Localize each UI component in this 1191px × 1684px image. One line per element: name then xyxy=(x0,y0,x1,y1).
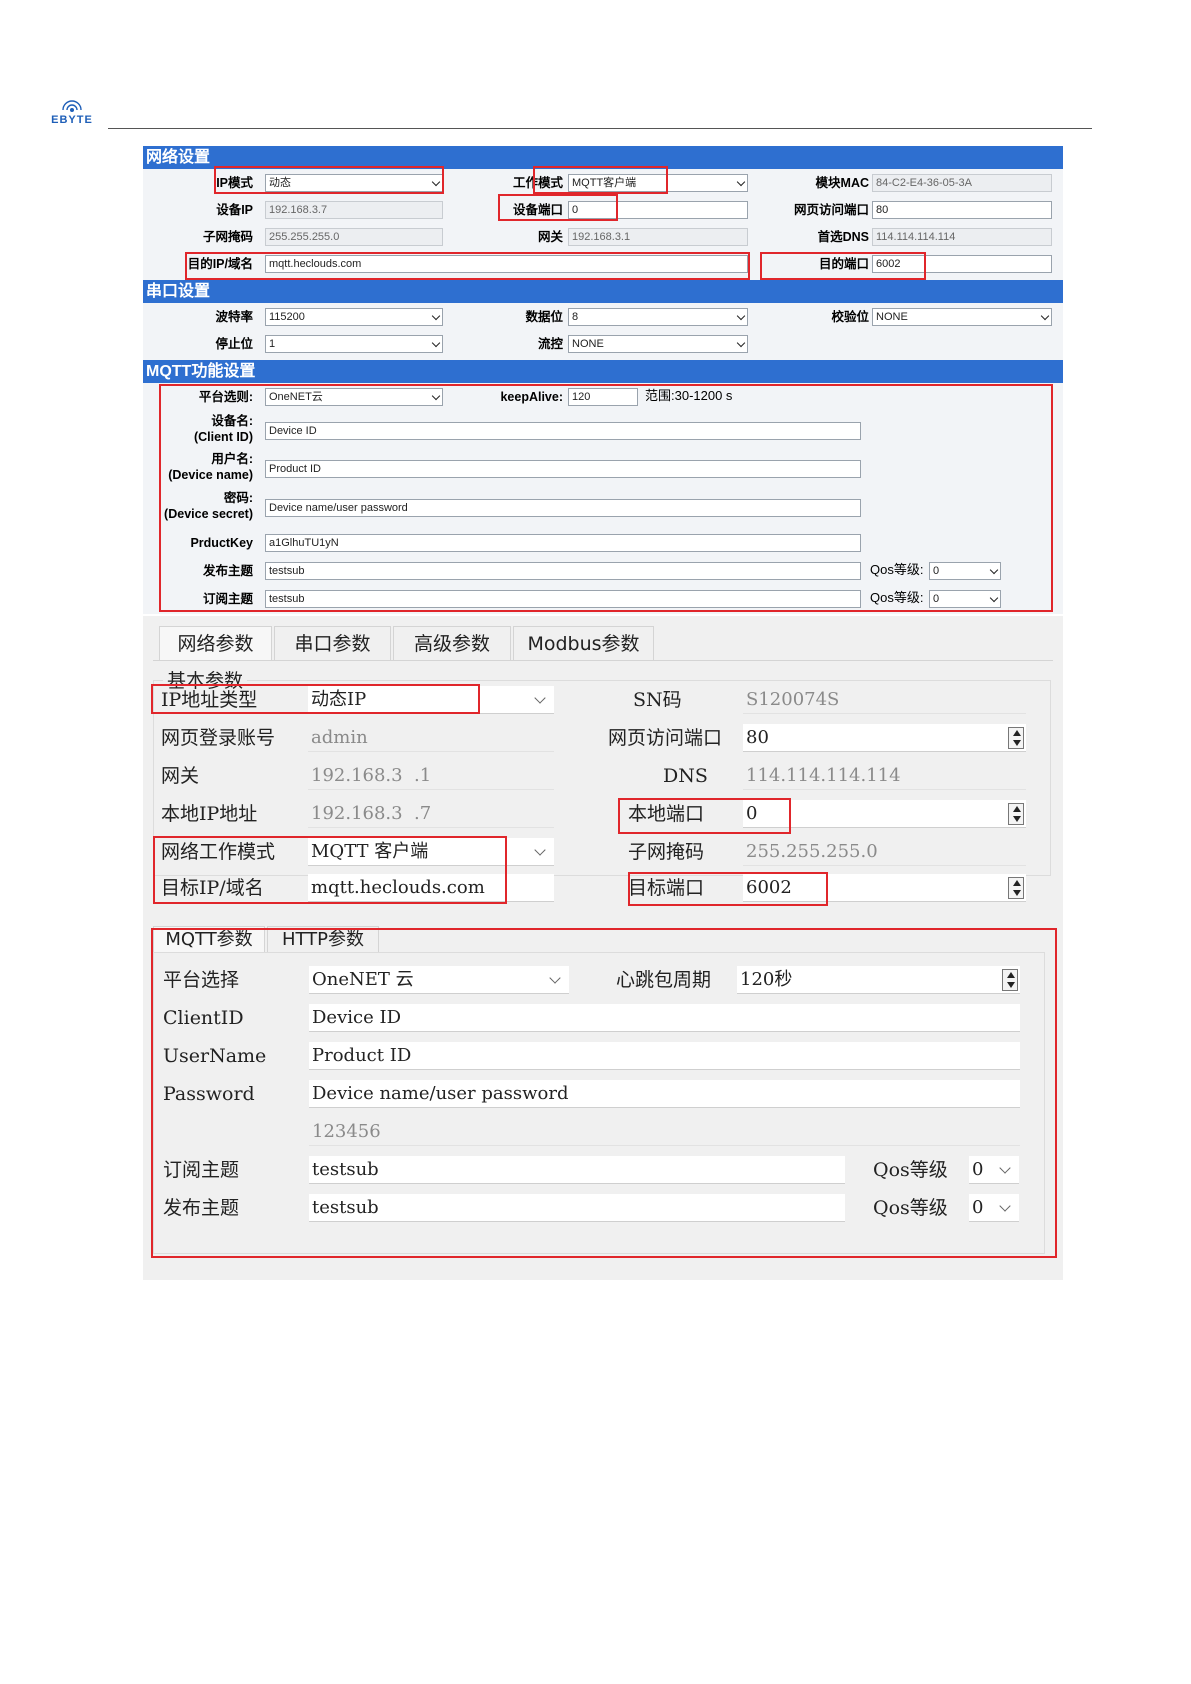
chevron-down-icon xyxy=(431,338,441,348)
local-ip-field: 192.168.3 .7 xyxy=(308,800,554,828)
chevron-down-icon xyxy=(1040,311,1050,321)
tab-divider xyxy=(153,660,1053,661)
highlight-target-port xyxy=(628,872,828,906)
web-port-spinbox[interactable]: 80 xyxy=(743,724,1026,752)
chevron-down-icon xyxy=(431,311,441,321)
spin-arrows-icon[interactable] xyxy=(1008,877,1024,899)
web-config-panel: 网络设置 IP模式 动态 工作模式 MQTT客户端 模块MAC 84-C2-E4… xyxy=(143,146,1063,614)
parity-select[interactable]: NONE xyxy=(872,308,1052,326)
spin-arrows-icon[interactable] xyxy=(1008,727,1024,749)
device-ip-label: 设备IP xyxy=(216,203,253,217)
ebyte-logo: EBYTE xyxy=(44,100,100,130)
databits-select[interactable]: 8 xyxy=(568,308,748,326)
highlight-ip-type xyxy=(151,684,480,714)
tab-network-params[interactable]: 网络参数 xyxy=(159,626,272,660)
highlight-ip-mode xyxy=(214,166,444,194)
serial-settings-header: 串口设置 xyxy=(143,280,1063,303)
flow-label: 流控 xyxy=(537,337,563,351)
sn-field: S120074S xyxy=(743,686,1026,714)
network-row-3: 子网掩码 255.255.255.0 网关 192.168.3.1 首选DNS … xyxy=(143,224,1063,250)
mqtt-settings-header: MQTT功能设置 xyxy=(143,360,1063,383)
mac-field: 84-C2-E4-36-05-3A xyxy=(872,174,1052,192)
stopbits-label: 停止位 xyxy=(215,337,253,351)
gateway-field: 192.168.3 .1 xyxy=(308,762,554,790)
serial-row-2: 停止位 1 流控 NONE xyxy=(143,331,1063,357)
logo-text: EBYTE xyxy=(51,114,93,126)
login-label: 网页登录账号 xyxy=(161,727,276,749)
spin-arrows-icon[interactable] xyxy=(1008,803,1024,825)
baud-select[interactable]: 115200 xyxy=(265,308,443,326)
subnet-field: 255.255.255.0 xyxy=(265,228,443,246)
web-port-input[interactable]: 80 xyxy=(872,201,1052,219)
device-ip-field: 192.168.3.7 xyxy=(265,201,443,219)
tab-advanced-params[interactable]: 高级参数 xyxy=(393,626,511,660)
serial-row-1: 波特率 115200 数据位 8 校验位 NONE xyxy=(143,304,1063,330)
subnet-field: 255.255.255.0 xyxy=(743,838,1026,866)
dns-field: 114.114.114.114 xyxy=(872,228,1052,246)
highlight-net-mode-target xyxy=(153,836,507,904)
highlight-target-port xyxy=(760,252,926,280)
stopbits-select[interactable]: 1 xyxy=(265,335,443,353)
tab-serial-params[interactable]: 串口参数 xyxy=(274,626,391,660)
chevron-down-icon xyxy=(736,338,746,348)
chevron-down-icon xyxy=(534,844,546,856)
gateway-label: 网关 xyxy=(537,230,563,244)
chevron-down-icon xyxy=(534,692,546,704)
dns-field: 114.114.114.114 xyxy=(743,762,1026,790)
databits-label: 数据位 xyxy=(525,310,563,324)
chevron-down-icon xyxy=(736,177,746,187)
subnet-label: 子网掩码 xyxy=(202,230,253,244)
chevron-down-icon xyxy=(736,311,746,321)
baud-label: 波特率 xyxy=(215,310,253,324)
highlight-target-host xyxy=(185,252,750,280)
gateway-label: 网关 xyxy=(161,765,200,787)
subnet-label: 子网掩码 xyxy=(628,841,705,863)
flow-select[interactable]: NONE xyxy=(568,335,748,353)
wireless-signal-icon xyxy=(62,100,82,112)
highlight-mqtt-params xyxy=(151,928,1057,1258)
highlight-device-port xyxy=(498,194,618,221)
login-field: admin xyxy=(308,724,554,752)
local-ip-label: 本地IP地址 xyxy=(161,803,258,825)
highlight-local-port xyxy=(618,798,791,834)
parity-label: 校验位 xyxy=(831,310,869,324)
mac-label: 模块MAC xyxy=(815,176,869,190)
dns-label: DNS xyxy=(663,765,708,787)
web-port-label: 网页访问端口 xyxy=(608,727,723,749)
highlight-work-mode xyxy=(533,166,668,194)
sn-label: SN码 xyxy=(633,689,682,711)
header-divider xyxy=(108,128,1092,129)
highlight-mqtt-settings xyxy=(159,384,1053,612)
tab-modbus-params[interactable]: Modbus参数 xyxy=(513,626,654,660)
dns-label: 首选DNS xyxy=(817,230,869,244)
config-tool-window: 网络参数 串口参数 高级参数 Modbus参数 基本参数 IP地址类型 动态IP… xyxy=(143,616,1063,1280)
web-port-label: 网页访问端口 xyxy=(793,203,869,217)
gateway-field: 192.168.3.1 xyxy=(568,228,748,246)
